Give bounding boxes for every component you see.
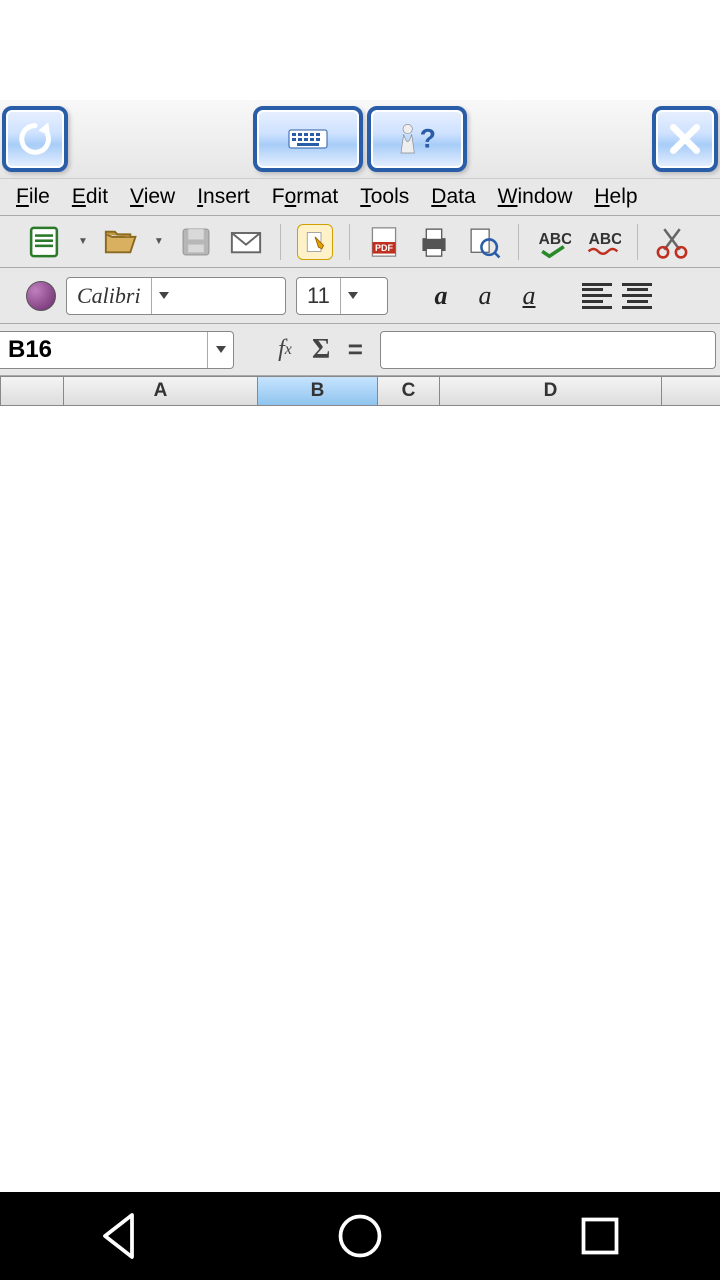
menu-bar: File Edit View Insert Format Tools Data … xyxy=(0,178,720,216)
refresh-button[interactable] xyxy=(2,106,68,172)
col-header-E[interactable] xyxy=(662,376,720,406)
new-doc-icon[interactable] xyxy=(26,224,62,260)
close-button[interactable] xyxy=(652,106,718,172)
open-dropdown[interactable]: ▼ xyxy=(154,236,164,247)
open-icon[interactable] xyxy=(102,224,138,260)
menu-view[interactable]: View xyxy=(120,181,185,213)
col-header-A[interactable]: A xyxy=(64,376,258,406)
italic-button[interactable]: a xyxy=(468,279,502,313)
svg-text:ABC: ABC xyxy=(588,231,620,248)
menu-file[interactable]: File xyxy=(6,181,60,213)
system-toolbar: ? xyxy=(0,100,720,178)
svg-text:?: ? xyxy=(420,124,436,154)
select-all-corner[interactable] xyxy=(0,376,64,406)
spreadsheet[interactable]: A B C D 1 2 3 4 5 6 7 8 9 10 11 12 13 xyxy=(0,376,720,406)
chevron-down-icon[interactable] xyxy=(207,332,233,368)
font-size-combo[interactable]: 11 xyxy=(296,277,388,315)
name-box-value: B16 xyxy=(0,336,207,364)
print-icon[interactable] xyxy=(416,224,452,260)
underline-button[interactable]: a xyxy=(512,279,546,313)
menu-window[interactable]: Window xyxy=(488,181,583,213)
svg-text:PDF: PDF xyxy=(375,243,394,253)
keyboard-button[interactable] xyxy=(253,106,363,172)
recents-button[interactable] xyxy=(570,1206,630,1266)
menu-data[interactable]: Data xyxy=(421,181,485,213)
font-size-value: 11 xyxy=(297,283,340,309)
function-wizard-button[interactable]: fx xyxy=(268,333,302,367)
align-center-button[interactable] xyxy=(622,283,652,309)
menu-tools[interactable]: Tools xyxy=(350,181,419,213)
font-name-value: Calibri xyxy=(67,283,151,309)
formula-bar: B16 fx Σ = xyxy=(0,324,720,376)
help-button[interactable]: ? xyxy=(367,106,467,172)
col-header-B[interactable]: B xyxy=(258,376,378,406)
formula-input[interactable] xyxy=(380,331,716,369)
autospell-icon[interactable]: ABC xyxy=(585,224,621,260)
formula-equals-button[interactable]: = xyxy=(340,334,370,365)
save-icon[interactable] xyxy=(178,224,214,260)
home-button[interactable] xyxy=(330,1206,390,1266)
print-preview-icon[interactable] xyxy=(466,224,502,260)
sum-button[interactable]: Σ xyxy=(312,334,330,366)
bold-button[interactable]: a xyxy=(424,279,458,313)
chevron-down-icon[interactable] xyxy=(151,278,177,314)
edit-doc-icon[interactable] xyxy=(297,224,333,260)
menu-edit[interactable]: Edit xyxy=(62,181,118,213)
name-box[interactable]: B16 xyxy=(0,331,234,369)
chevron-down-icon[interactable] xyxy=(340,278,366,314)
svg-text:ABC: ABC xyxy=(538,231,570,248)
spellcheck-icon[interactable]: ABC xyxy=(535,224,571,260)
col-header-C[interactable]: C xyxy=(378,376,440,406)
formatting-toolbar: Calibri 11 a a a xyxy=(0,268,720,324)
menu-format[interactable]: Format xyxy=(262,181,349,213)
column-headers: A B C D xyxy=(0,376,720,406)
styles-orb-icon[interactable] xyxy=(26,281,56,311)
back-button[interactable] xyxy=(90,1206,150,1266)
standard-toolbar: ▼ ▼ PDF ABC ABC xyxy=(0,216,720,268)
mail-icon[interactable] xyxy=(228,224,264,260)
col-header-D[interactable]: D xyxy=(440,376,662,406)
pdf-icon[interactable]: PDF xyxy=(366,224,402,260)
align-left-button[interactable] xyxy=(582,283,612,309)
status-area xyxy=(0,0,720,100)
cut-icon[interactable] xyxy=(654,224,690,260)
new-doc-dropdown[interactable]: ▼ xyxy=(78,236,88,247)
menu-insert[interactable]: Insert xyxy=(187,181,260,213)
menu-help[interactable]: Help xyxy=(584,181,647,213)
android-nav-bar xyxy=(0,1192,720,1280)
font-name-combo[interactable]: Calibri xyxy=(66,277,286,315)
